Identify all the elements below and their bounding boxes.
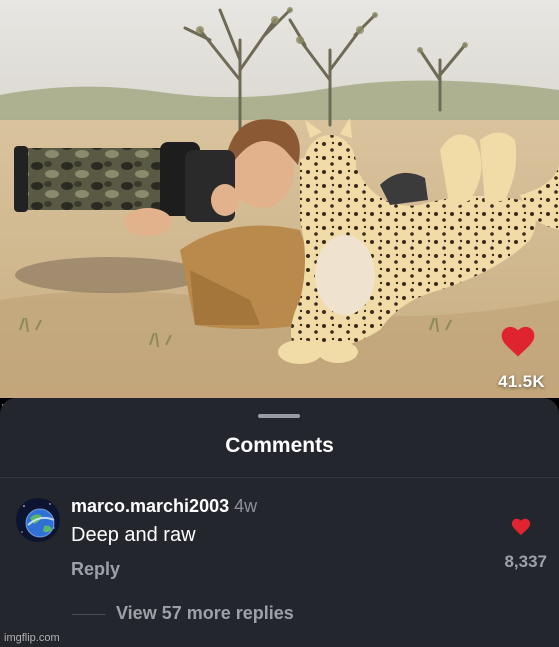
comments-sheet: Comments marco.marchi2003 4w Deep and raw…	[0, 398, 559, 647]
comment-like-heart-icon[interactable]	[510, 516, 532, 536]
like-heart-icon[interactable]	[498, 322, 538, 358]
sheet-grab-handle[interactable]	[258, 414, 300, 418]
post-image[interactable]: 41.5K	[0, 0, 559, 398]
illustration-image	[0, 0, 559, 398]
comment-username[interactable]: marco.marchi2003	[71, 496, 229, 516]
post-like-count: 41.5K	[498, 372, 545, 391]
comments-title: Comments	[225, 434, 334, 457]
reply-button[interactable]: Reply	[71, 559, 120, 580]
replies-divider-line	[72, 614, 106, 615]
avatar[interactable]	[16, 498, 60, 542]
comment-like-count: 8,337	[504, 552, 547, 571]
comment-header: marco.marchi2003 4w	[71, 496, 257, 517]
comment-text: Deep and raw	[71, 524, 196, 546]
imgflip-watermark: imgflip.com	[4, 632, 60, 644]
comment-age: 4w	[234, 496, 258, 516]
sheet-divider	[0, 477, 559, 478]
earth-avatar-icon	[16, 498, 60, 542]
view-more-replies-button[interactable]: View 57 more replies	[116, 603, 294, 624]
